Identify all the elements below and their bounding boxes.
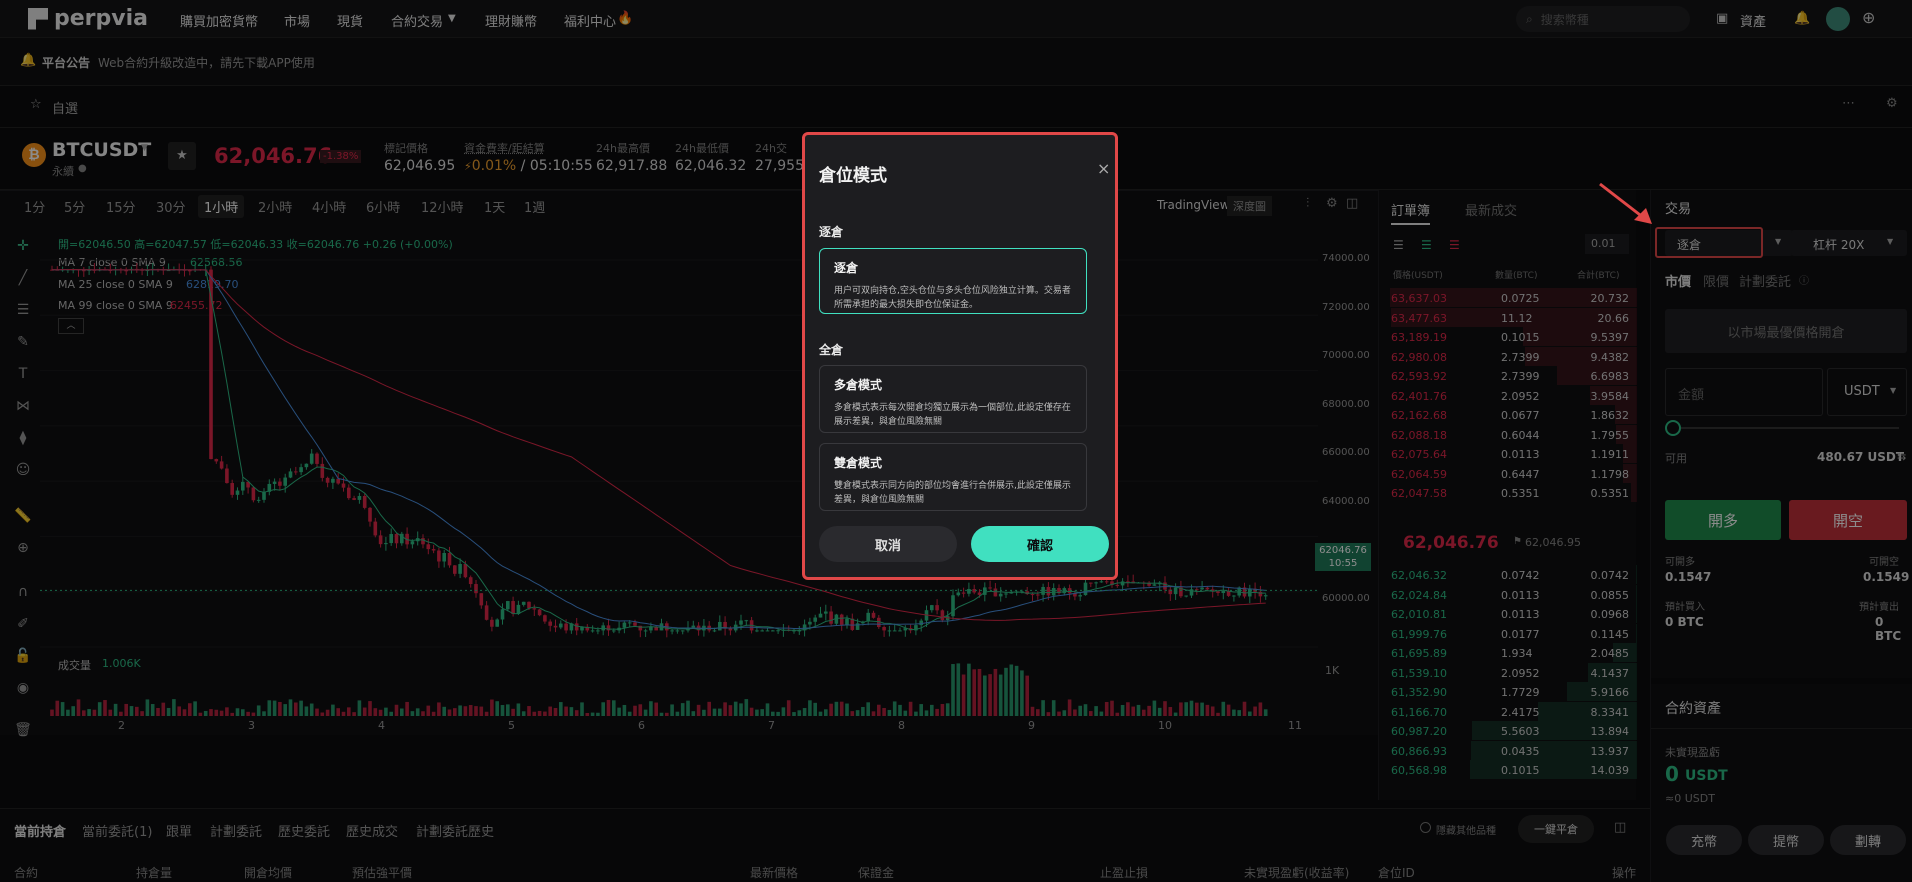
option-multi[interactable]: 多倉模式 多倉模式表示每次開倉均獨立展示為一個部位,此設定僅存在展示差異，與倉位…: [819, 365, 1087, 433]
annotation-arrow-icon: [1599, 182, 1652, 224]
cancel-button[interactable]: 取消: [819, 526, 957, 562]
confirm-label: 確認: [1026, 538, 1053, 554]
option-dual[interactable]: 雙倉模式 雙倉模式表示同方向的部位均會進行合併展示,此設定僅展示差異，與倉位風險…: [819, 443, 1087, 511]
cancel-label: 取消: [874, 538, 901, 554]
option-isolated-title: 逐倉: [834, 261, 859, 275]
option-isolated-desc: 用户可双向持仓,空头仓位与多头仓位风险独立计算。交易者所需承担的最大损失即仓位保…: [834, 286, 1071, 310]
option-dual-title: 雙倉模式: [834, 456, 883, 470]
option-isolated[interactable]: 逐倉 用户可双向持仓,空头仓位与多头仓位风险独立计算。交易者所需承担的最大损失即…: [819, 248, 1087, 314]
close-icon[interactable]: ×: [1097, 159, 1110, 178]
option-dual-desc: 雙倉模式表示同方向的部位均會進行合併展示,此設定僅展示差異，與倉位風險無關: [834, 481, 1071, 505]
section-isolated: 逐倉: [819, 225, 844, 239]
position-mode-dialog: 倉位模式 × 逐倉 逐倉 用户可双向持仓,空头仓位与多头仓位风险独立计算。交易者…: [802, 132, 1118, 580]
dialog-title: 倉位模式: [819, 166, 887, 186]
section-cross: 全倉: [819, 343, 844, 357]
confirm-button[interactable]: 確認: [971, 526, 1109, 562]
option-multi-title: 多倉模式: [834, 378, 883, 392]
option-multi-desc: 多倉模式表示每次開倉均獨立展示為一個部位,此設定僅存在展示差異，與倉位風險無關: [834, 403, 1071, 427]
